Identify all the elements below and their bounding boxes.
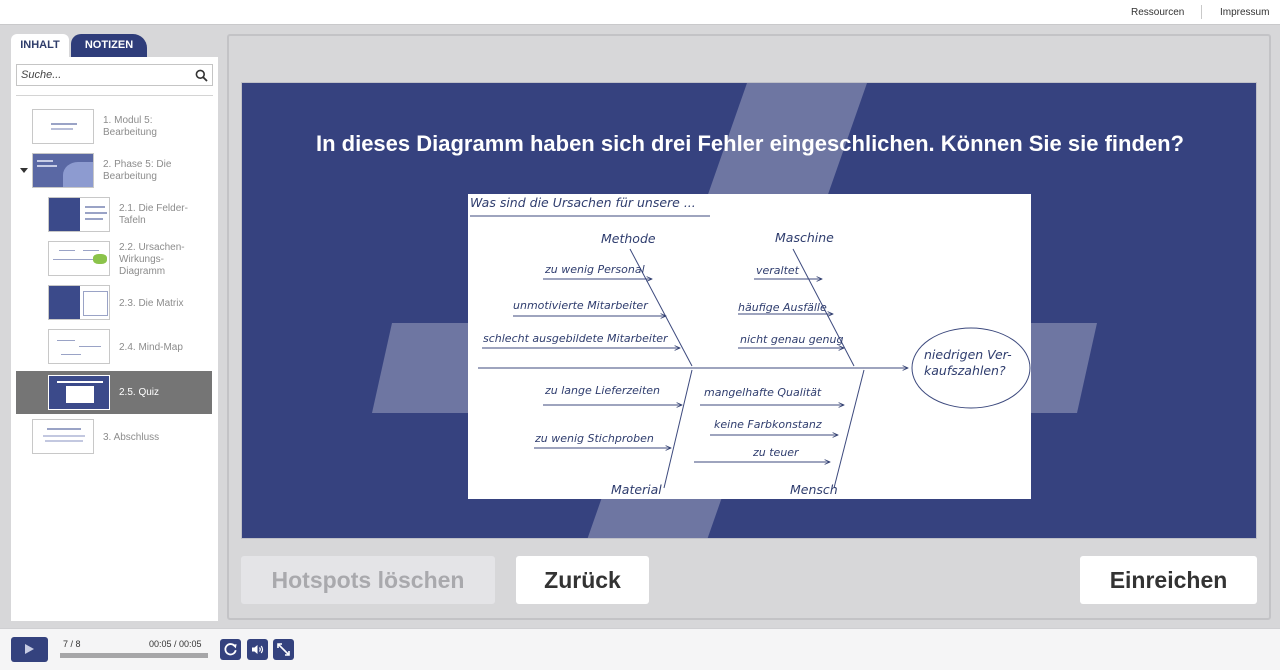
cause-label[interactable]: zu wenig Stichproben [535,432,654,445]
cause-label[interactable]: zu lange Lieferzeiten [545,384,660,397]
cause-label[interactable]: unmotivierte Mitarbeiter [513,299,648,312]
toc-item-label: 1. Modul 5: Bearbeitung [103,115,157,138]
cause-label[interactable]: veraltet [756,264,799,277]
slide-counter: 7 / 8 [63,639,81,649]
category-method: Methode [601,231,656,246]
category-human: Mensch [790,482,838,497]
slide-thumbnail-icon [48,329,110,364]
toc-item-label: 3. Abschluss [103,432,160,443]
play-icon[interactable] [11,637,48,662]
cause-label[interactable]: zu wenig Personal [545,263,645,276]
toc-item-modul-5[interactable]: 1. Modul 5: Bearbeitung [16,107,212,147]
top-bar: Ressourcen Impressum [0,0,1280,25]
toc-item-phase-5[interactable]: 2. Phase 5: Die Bearbeitung [16,151,212,191]
clear-hotspots-button[interactable]: Hotspots löschen [241,556,495,604]
slide-title: In dieses Diagramm haben sich drei Fehle… [315,131,1184,156]
slide-thumbnail-icon [48,241,110,276]
slide-thumbnail-icon [48,375,110,410]
slide: In dieses Diagramm haben sich drei Fehle… [241,82,1257,539]
player-bar: 7 / 8 00:05 / 00:05 [0,628,1280,670]
toc-item-label: 2.1. Die Felder- Tafeln [119,203,188,226]
submit-button[interactable]: Einreichen [1080,556,1257,604]
fullscreen-icon[interactable] [273,639,294,660]
slide-thumbnail-icon [32,153,94,188]
cause-label[interactable]: mangelhafte Qualität [704,386,821,399]
back-button[interactable]: Zurück [516,556,649,604]
progress-bar[interactable] [60,653,208,658]
cause-label[interactable]: nicht genau genug [740,333,843,346]
toc-item-label: 2. Phase 5: Die Bearbeitung [103,159,172,182]
cause-label[interactable]: schlecht ausgebildete Mitarbeiter [483,332,668,345]
volume-icon[interactable] [247,639,268,660]
replay-icon[interactable] [220,639,241,660]
diagram-heading: Was sind die Ursachen für unsere ... [470,195,696,210]
toc-item-label: 2.3. Die Matrix [119,298,184,309]
tab-notes[interactable]: NOTIZEN [71,34,147,57]
slide-thumbnail-icon [32,419,94,454]
toc-item-label: 2.5. Quiz [119,387,160,398]
fishbone-diagram: Was sind die Ursachen für unsere ... Met… [468,194,1031,499]
effect-label[interactable]: niedrigen Ver- kaufszahlen? [924,347,1012,379]
time-display: 00:05 / 00:05 [149,639,202,649]
toc-item-mind-map[interactable]: 2.4. Mind-Map [16,327,212,367]
toc-item-label: 2.2. Ursachen- Wirkungs- Diagramm [119,242,185,277]
toc-item-label: 2.4. Mind-Map [119,342,183,353]
category-machine: Maschine [775,230,834,245]
search-icon[interactable] [195,69,208,82]
sidebar: 1. Modul 5: Bearbeitung 2. Phase 5: Die … [11,57,218,621]
toc-item-abschluss[interactable]: 3. Abschluss [16,417,212,457]
category-material: Material [611,482,662,497]
imprint-link[interactable]: Impressum [1220,7,1269,18]
cause-label[interactable]: zu teuer [753,446,799,459]
tab-contents[interactable]: INHALT [11,34,69,57]
cause-label[interactable]: häufige Ausfälle [738,301,827,314]
search-input[interactable] [21,67,191,83]
progress-fill [60,653,208,658]
toc-item-felder-tafeln[interactable]: 2.1. Die Felder- Tafeln [16,195,212,235]
topbar-divider [1201,5,1202,19]
slide-thumbnail-icon [48,197,110,232]
slide-thumbnail-icon [48,285,110,320]
toc-item-matrix[interactable]: 2.3. Die Matrix [16,283,212,323]
cause-label[interactable]: keine Farbkonstanz [714,418,822,431]
toc-item-ursachen-wirkungs-diagramm[interactable]: 2.2. Ursachen- Wirkungs- Diagramm [16,239,212,279]
resources-link[interactable]: Ressourcen [1131,7,1184,18]
search-box [16,64,213,86]
search-divider [16,95,213,96]
slide-thumbnail-icon [32,109,94,144]
toc-item-quiz[interactable]: 2.5. Quiz [16,371,212,414]
